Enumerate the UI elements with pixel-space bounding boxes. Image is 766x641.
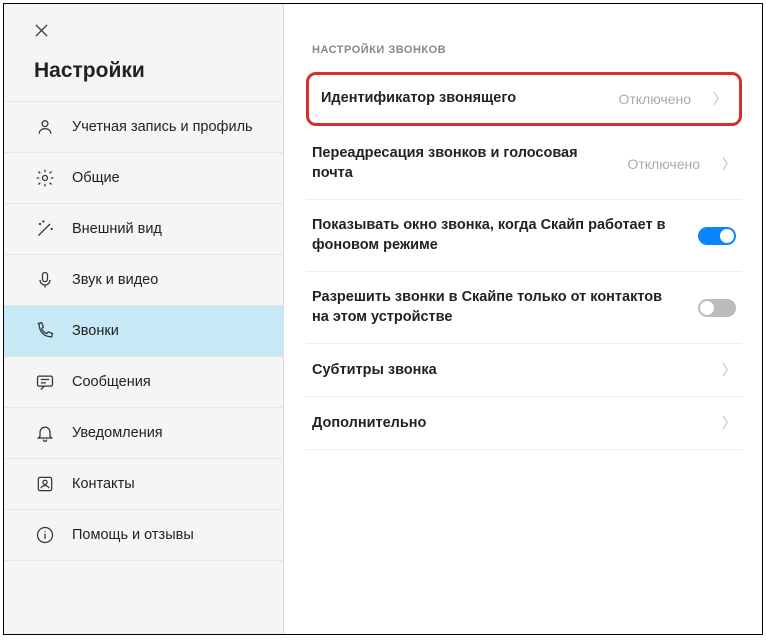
setting-caller-id[interactable]: Идентификатор звонящего Отключено 〉 xyxy=(306,72,742,126)
close-icon[interactable] xyxy=(34,22,49,42)
sidebar-item-contacts[interactable]: Контакты xyxy=(4,458,283,509)
sidebar: Настройки Учетная запись и профиль Общие… xyxy=(4,4,284,634)
toggle-show-call-window[interactable] xyxy=(698,227,736,245)
setting-label: Переадресация звонков и голосовая почта xyxy=(312,144,615,183)
sidebar-item-account[interactable]: Учетная запись и профиль xyxy=(4,101,283,152)
info-icon xyxy=(34,524,56,546)
settings-window: Настройки Учетная запись и профиль Общие… xyxy=(3,3,763,635)
setting-label: Разрешить звонки в Скайпе только от конт… xyxy=(312,288,676,327)
chevron-right-icon: 〉 xyxy=(722,154,736,174)
main-panel: НАСТРОЙКИ ЗВОНКОВ Идентификатор звонящег… xyxy=(284,4,762,634)
sidebar-item-messages[interactable]: Сообщения xyxy=(4,356,283,407)
sidebar-item-label: Звонки xyxy=(72,322,119,341)
sidebar-item-label: Сообщения xyxy=(72,373,151,392)
setting-show-call-window[interactable]: Показывать окно звонка, когда Скайп рабо… xyxy=(306,200,742,272)
sidebar-title: Настройки xyxy=(4,51,283,101)
setting-contacts-only[interactable]: Разрешить звонки в Скайпе только от конт… xyxy=(306,272,742,344)
sidebar-item-label: Звук и видео xyxy=(72,271,158,290)
setting-value: Отключено xyxy=(618,91,691,107)
setting-label: Показывать окно звонка, когда Скайп рабо… xyxy=(312,216,676,255)
sidebar-item-label: Общие xyxy=(72,169,120,188)
sidebar-item-label: Помощь и отзывы xyxy=(72,526,194,545)
setting-label: Дополнительно xyxy=(312,414,700,434)
sidebar-item-label: Контакты xyxy=(72,475,135,494)
sidebar-item-label: Внешний вид xyxy=(72,220,162,239)
gear-icon xyxy=(34,167,56,189)
sidebar-item-appearance[interactable]: Внешний вид xyxy=(4,203,283,254)
sidebar-item-notifications[interactable]: Уведомления xyxy=(4,407,283,458)
close-area xyxy=(4,22,283,51)
person-icon xyxy=(34,116,56,138)
setting-subtitles[interactable]: Субтитры звонка 〉 xyxy=(306,344,742,397)
setting-advanced[interactable]: Дополнительно 〉 xyxy=(306,397,742,450)
contacts-icon xyxy=(34,473,56,495)
setting-value: Отключено xyxy=(627,156,700,172)
sidebar-item-calls[interactable]: Звонки xyxy=(4,305,283,356)
setting-label: Идентификатор звонящего xyxy=(321,89,606,109)
wand-icon xyxy=(34,218,56,240)
chevron-right-icon: 〉 xyxy=(713,89,727,109)
sidebar-item-help[interactable]: Помощь и отзывы xyxy=(4,509,283,561)
sidebar-item-audio-video[interactable]: Звук и видео xyxy=(4,254,283,305)
bell-icon xyxy=(34,422,56,444)
sidebar-item-label: Уведомления xyxy=(72,424,163,443)
toggle-contacts-only[interactable] xyxy=(698,299,736,317)
setting-label: Субтитры звонка xyxy=(312,361,700,381)
sidebar-item-general[interactable]: Общие xyxy=(4,152,283,203)
sidebar-item-label: Учетная запись и профиль xyxy=(72,118,253,137)
chevron-right-icon: 〉 xyxy=(722,360,736,380)
phone-icon xyxy=(34,320,56,342)
section-header: НАСТРОЙКИ ЗВОНКОВ xyxy=(306,44,742,56)
chevron-right-icon: 〉 xyxy=(722,413,736,433)
chat-icon xyxy=(34,371,56,393)
setting-forwarding[interactable]: Переадресация звонков и голосовая почта … xyxy=(306,128,742,200)
microphone-icon xyxy=(34,269,56,291)
